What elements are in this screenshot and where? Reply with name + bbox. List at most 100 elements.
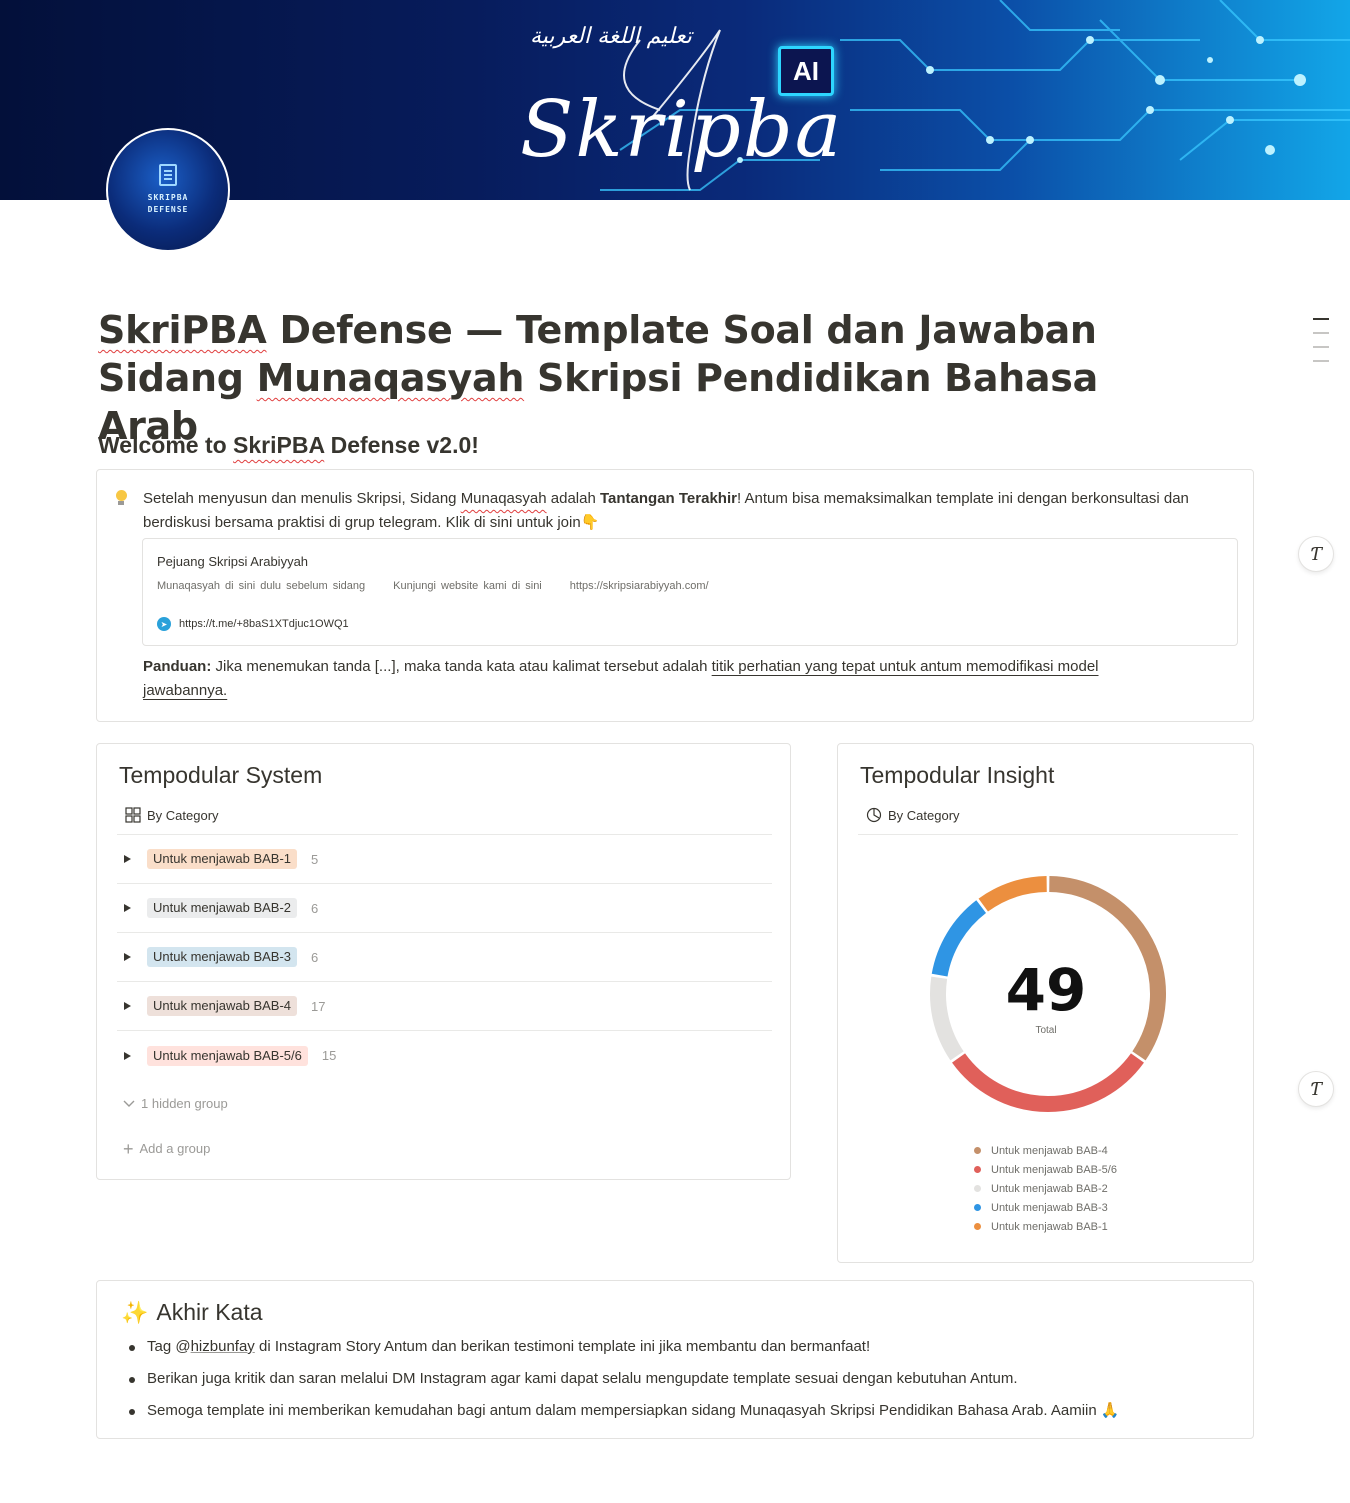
toggle-triangle-icon[interactable]: [124, 904, 131, 912]
callout-text: Setelah menyusun dan menulis Skripsi, Si…: [143, 487, 1239, 535]
bookmark-desc-2: Kunjungi website kami di sini: [393, 580, 542, 592]
welcome-prefix: Welcome to: [98, 432, 234, 458]
legend-swatch: [974, 1185, 981, 1192]
group-tag: Untuk menjawab BAB-4: [147, 996, 298, 1016]
legend-item: Untuk menjawab BAB-3: [974, 1198, 1117, 1217]
legend-swatch: [974, 1223, 981, 1230]
tempodular-insight-panel: Tempodular Insight By Category 49 Total …: [837, 743, 1254, 1263]
toggle-triangle-icon[interactable]: [124, 953, 131, 961]
group-tag: Untuk menjawab BAB-1: [147, 849, 298, 869]
add-group-button[interactable]: + Add a group: [123, 1138, 211, 1159]
group-row[interactable]: Untuk menjawab BAB-1 5: [117, 835, 772, 884]
legend-swatch: [974, 1147, 981, 1154]
list-item: Berikan juga kritik dan saran melalui DM…: [129, 1369, 1120, 1389]
system-view-tab[interactable]: By Category: [125, 807, 219, 823]
item1-prefix: Tag @: [147, 1338, 191, 1355]
group-count: 17: [311, 998, 326, 1014]
praying-hands-icon: 🙏: [1100, 1402, 1120, 1419]
legend-label: Untuk menjawab BAB-2: [991, 1182, 1108, 1195]
ai-chip-icon: AI: [778, 46, 834, 96]
guide-label: Panduan:: [143, 658, 212, 675]
donut-slice[interactable]: [952, 1053, 1144, 1112]
comment-button[interactable]: Ƭ: [1298, 1071, 1334, 1107]
bookmark-desc-1: Munaqasyah di sini dulu sebelum sidang: [157, 580, 366, 592]
board-icon: [125, 807, 141, 823]
toggle-triangle-icon[interactable]: [124, 855, 131, 863]
welcome-brand: SkriPBA: [233, 432, 325, 458]
list-item: Semoga template ini memberikan kemudahan…: [129, 1401, 1120, 1421]
bookmark-url[interactable]: ➤ https://t.me/+8baS1XTdjuc1OWQ1: [157, 617, 349, 631]
sparkles-icon: ✨: [121, 1299, 149, 1325]
legend-swatch: [974, 1204, 981, 1211]
legend-label: Untuk menjawab BAB-3: [991, 1201, 1108, 1214]
toggle-triangle-icon[interactable]: [124, 1051, 131, 1060]
page-icon[interactable]: SKRIPBA DEFENSE: [106, 128, 230, 252]
chevron-down-icon: [123, 1100, 135, 1107]
toggle-triangle-icon[interactable]: [124, 1002, 131, 1010]
legend-swatch: [974, 1166, 981, 1173]
legend-label: Untuk menjawab BAB-4: [991, 1144, 1108, 1157]
page-icon-line1: SKRIPBA: [147, 193, 189, 202]
group-row[interactable]: Untuk menjawab BAB-2 6: [117, 884, 772, 933]
item3-text: Semoga template ini memberikan kemudahan…: [147, 1402, 1097, 1419]
group-tag: Untuk menjawab BAB-3: [147, 947, 298, 967]
legend-item: Untuk menjawab BAB-1: [974, 1217, 1117, 1236]
system-title: Tempodular System: [119, 762, 323, 788]
item1-suffix: di Instagram Story Antum dan berikan tes…: [254, 1338, 871, 1355]
table-of-contents-icon[interactable]: [1313, 318, 1329, 374]
callout-munaqasyah: Munaqasyah: [460, 490, 547, 507]
point-down-icon: 👇: [580, 514, 600, 531]
add-group-label: Add a group: [139, 1141, 211, 1156]
instagram-handle-link[interactable]: hizbunfay: [191, 1338, 255, 1355]
document-icon: [159, 164, 177, 186]
group-count: 6: [311, 949, 319, 965]
tempodular-system-panel: Tempodular System By Category Untuk menj…: [96, 743, 791, 1180]
bookmark-url-text: https://t.me/+8baS1XTdjuc1OWQ1: [179, 618, 349, 630]
system-view-label: By Category: [147, 807, 219, 823]
group-count: 5: [311, 851, 319, 867]
telegram-icon: ➤: [157, 617, 171, 631]
intro-callout: Setelah menyusun dan menulis Skripsi, Si…: [96, 469, 1254, 722]
legend-label: Untuk menjawab BAB-5/6: [991, 1163, 1117, 1176]
bookmark-title: Pejuang Skripsi Arabiyyah: [157, 554, 309, 569]
legend-label: Untuk menjawab BAB-1: [991, 1220, 1108, 1233]
insight-view-label: By Category: [888, 807, 960, 823]
plus-icon: +: [123, 1138, 134, 1159]
cover-logo-text: Skripba: [520, 85, 844, 175]
akhir-kata-title: Akhir Kata: [156, 1299, 263, 1325]
bookmark-description: Munaqasyah di sini dulu sebelum sidang Ku…: [157, 580, 737, 592]
guide-body: Jika menemukan tanda [...], maka tanda k…: [211, 658, 712, 675]
page-title[interactable]: SkriPBA Defense — Template Soal dan Jawa…: [98, 306, 1198, 450]
title-brand: SkriPBA: [98, 308, 267, 352]
telegram-bookmark[interactable]: Pejuang Skripsi Arabiyyah Munaqasyah di …: [142, 538, 1238, 646]
group-count: 15: [321, 1048, 337, 1063]
insight-view-tab[interactable]: By Category: [866, 807, 960, 823]
hidden-groups-toggle[interactable]: 1 hidden group: [123, 1096, 228, 1111]
hidden-groups-label: 1 hidden group: [141, 1096, 228, 1111]
chart-legend: Untuk menjawab BAB-4 Untuk menjawab BAB-5…: [974, 1141, 1117, 1236]
donut-slice[interactable]: [978, 876, 1048, 912]
page-icon-line2: DEFENSE: [147, 205, 189, 214]
group-count: 6: [311, 900, 319, 916]
akhir-kata-section: ✨ Akhir Kata Tag @hizbunfay di Instagram…: [96, 1280, 1254, 1439]
legend-item: Untuk menjawab BAB-4: [974, 1141, 1117, 1160]
title-munaqasyah: Munaqasyah: [256, 356, 525, 400]
pie-chart-icon: [866, 807, 882, 823]
group-row[interactable]: Untuk menjawab BAB-3 6: [117, 933, 772, 982]
cover-arabic-text: تعليم اللغة العربية: [530, 24, 692, 49]
group-tag: Untuk menjawab BAB-5/6: [147, 1045, 308, 1066]
chart-total: 49: [1005, 956, 1087, 1024]
akhir-kata-heading: ✨ Akhir Kata: [121, 1299, 263, 1326]
divider: [858, 834, 1238, 835]
insight-title: Tempodular Insight: [860, 762, 1055, 788]
group-row[interactable]: Untuk menjawab BAB-5/6 15: [117, 1031, 772, 1080]
callout-bold: Tantangan Terakhir: [599, 490, 737, 507]
comment-button[interactable]: Ƭ: [1298, 536, 1334, 572]
group-row[interactable]: Untuk menjawab BAB-4 17: [117, 982, 772, 1031]
callout-text-2: adalah: [546, 490, 600, 507]
welcome-suffix: Defense v2.0!: [324, 432, 479, 458]
chart-total-label: Total: [1035, 1025, 1057, 1036]
lightbulb-icon: [115, 490, 127, 506]
list-item: Tag @hizbunfay di Instagram Story Antum …: [129, 1337, 1120, 1357]
akhir-kata-list: Tag @hizbunfay di Instagram Story Antum …: [129, 1337, 1120, 1433]
